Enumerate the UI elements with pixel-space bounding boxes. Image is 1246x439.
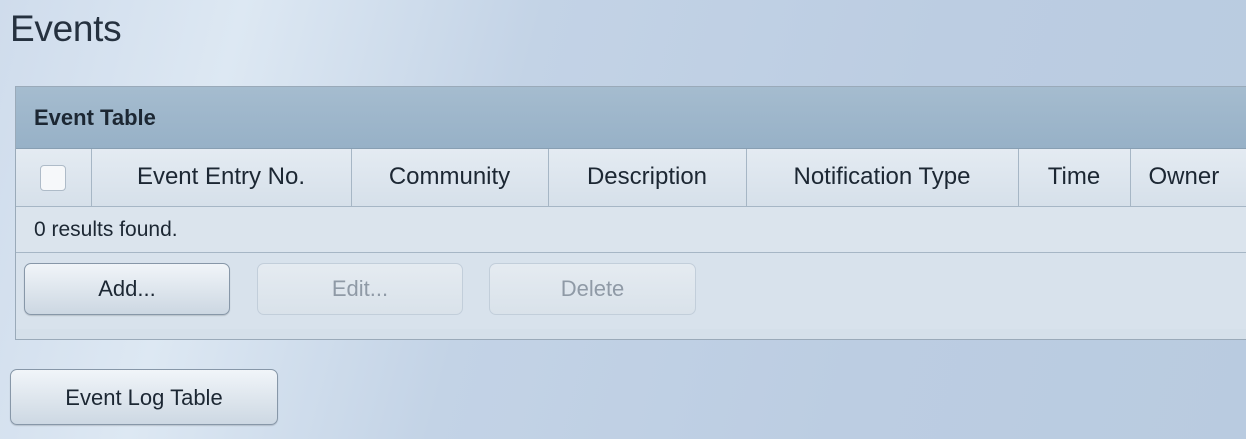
edit-button[interactable]: Edit... — [257, 262, 463, 315]
table-header-row: Event Entry No. Community Description No… — [16, 149, 1246, 207]
column-header-description: Description — [548, 149, 747, 207]
delete-button[interactable]: Delete — [489, 262, 696, 315]
add-button[interactable]: Add... — [24, 262, 230, 315]
event-table: Event Entry No. Community Description No… — [16, 149, 1246, 207]
page-title: Events — [10, 8, 122, 49]
column-header-time: Time — [1018, 149, 1131, 207]
event-table-panel: Event Table Event Entry No. Community De… — [15, 86, 1246, 340]
event-table-title: Event Table — [16, 87, 1246, 149]
select-all-checkbox[interactable] — [40, 164, 67, 191]
results-count: 0 results found. — [16, 206, 1246, 253]
select-all-cell[interactable] — [16, 149, 92, 207]
column-header-owner: Owner — [1130, 149, 1246, 207]
column-header-notification-type: Notification Type — [746, 149, 1019, 207]
table-action-bar: Add... Edit... Delete — [16, 252, 1246, 329]
column-header-community: Community — [351, 149, 549, 207]
event-log-table-button[interactable]: Event Log Table — [10, 369, 278, 425]
column-header-event-entry-no: Event Entry No. — [91, 149, 352, 207]
